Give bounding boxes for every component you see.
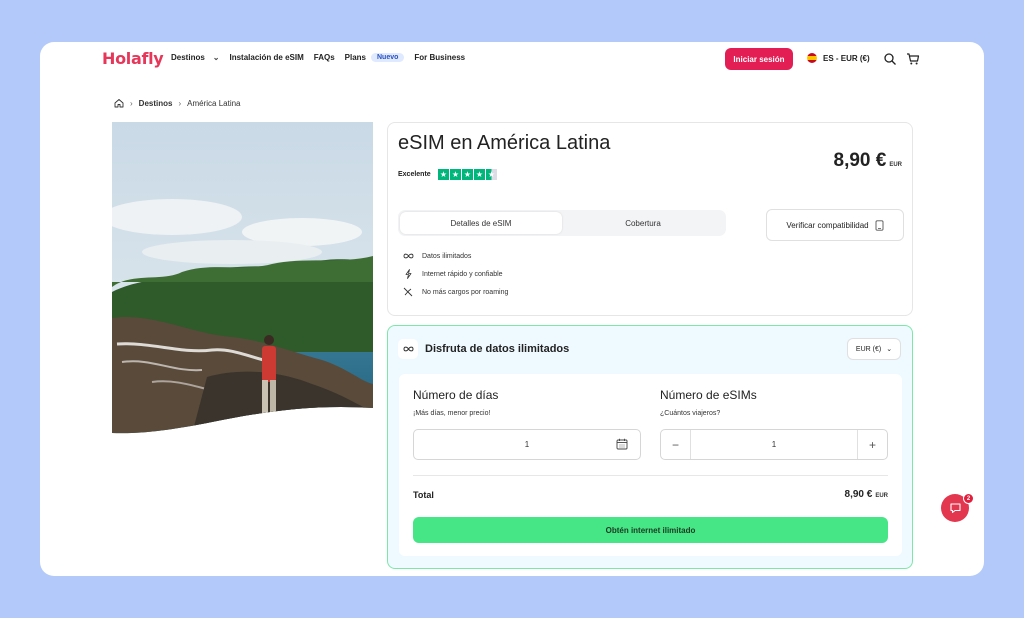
booking-panel: Disfruta de datos ilimitados EUR (€) ⌄ N… [387, 325, 913, 569]
esims-title: Número de eSIMs [660, 388, 757, 402]
booking-title: Disfruta de datos ilimitados [425, 343, 570, 355]
feature-list: Datos ilimitados Internet rápido y confi… [402, 247, 508, 301]
esims-value[interactable]: 1 [772, 440, 776, 449]
increment-button[interactable]: + [857, 430, 887, 459]
chevron-down-icon: ⌄ [886, 346, 893, 353]
feature-label: No más cargos por roaming [422, 288, 509, 296]
chat-unread-badge: 2 [963, 493, 974, 504]
breadcrumb-separator: › [130, 98, 133, 108]
currency-select-value: EUR (€) [855, 345, 882, 353]
total-label: Total [413, 490, 434, 500]
price-value: 8,90 € [833, 150, 887, 171]
star-icon: ★ [438, 169, 449, 180]
trustpilot-stars[interactable]: ★ ★ ★ ★ ★ [438, 169, 498, 180]
days-input[interactable]: 1 [413, 429, 641, 460]
star-icon: ★ [450, 169, 461, 180]
chat-icon [949, 503, 961, 514]
nav-faqs-label: FAQs [313, 53, 335, 62]
decrement-button[interactable]: − [661, 430, 691, 459]
lightning-icon [402, 269, 414, 279]
days-value: 1 [524, 440, 530, 449]
phone-check-icon [875, 219, 884, 231]
nav-faqs[interactable]: FAQs [314, 53, 335, 62]
feature-label: Datos ilimitados [422, 252, 472, 260]
nav-for-business-label: For Business [414, 53, 466, 62]
rating-label: Excelente [398, 171, 431, 178]
price-currency: EUR [889, 162, 902, 168]
divider [413, 475, 888, 476]
cart-icon[interactable] [906, 52, 920, 66]
no-roaming-icon [402, 287, 414, 297]
feature-item: Internet rápido y confiable [402, 265, 508, 283]
product-title: eSIM en América Latina [398, 132, 611, 154]
feature-label: Internet rápido y confiable [422, 270, 503, 278]
login-button[interactable]: Iniciar sesión [725, 48, 793, 70]
new-badge: Nuevo [371, 53, 405, 62]
feature-item: Datos ilimitados [402, 247, 508, 265]
esims-subtitle: ¿Cuántos viajeros? [660, 410, 721, 417]
esims-stepper: − 1 + [660, 429, 888, 460]
verify-compatibility-button[interactable]: Verificar compatibilidad [766, 209, 904, 241]
locale-label: ES - EUR (€) [823, 53, 870, 63]
infinity-icon [402, 253, 414, 259]
total-price: 8,90 € EUR [845, 489, 888, 500]
tab-cobertura[interactable]: Cobertura [562, 212, 724, 234]
feature-item: No más cargos por roaming [402, 283, 508, 301]
nav-plans[interactable]: Plans Nuevo [345, 53, 405, 62]
destination-hero-image [112, 122, 373, 434]
product-tabs: Detalles de eSIM Cobertura [398, 210, 726, 236]
currency-select[interactable]: EUR (€) ⌄ [847, 338, 901, 360]
nav-for-business[interactable]: For Business [414, 53, 465, 62]
breadcrumb-separator: › [178, 98, 182, 108]
nav-instalacion[interactable]: Instalación de eSIM [230, 53, 304, 62]
locale-selector[interactable]: ES - EUR (€) [807, 53, 870, 63]
nav-instalacion-label: Instalación de eSIM [229, 53, 304, 62]
search-icon[interactable] [883, 52, 897, 66]
nav-plans-label: Plans [344, 53, 366, 62]
infinity-icon [398, 339, 418, 359]
tab-detalles-esim[interactable]: Detalles de eSIM [400, 212, 562, 234]
days-title: Número de días [413, 388, 499, 402]
star-icon: ★ [462, 169, 473, 180]
main-nav: Destinos ⌄ Instalación de eSIM FAQs Plan… [171, 53, 475, 62]
calendar-icon[interactable] [616, 438, 628, 450]
chevron-down-icon: ⌄ [212, 53, 220, 62]
breadcrumb-current: América Latina [187, 98, 241, 108]
product-price: 8,90 € EUR [834, 150, 903, 172]
days-subtitle: ¡Más días, menor precio! [413, 410, 491, 417]
site-header: Holafly Destinos ⌄ Instalación de eSIM F… [40, 42, 984, 76]
star-icon: ★ [474, 169, 485, 180]
nav-destinos-label: Destinos [171, 53, 205, 62]
breadcrumb: › Destinos › América Latina [114, 98, 241, 108]
total-value: 8,90 € [844, 489, 873, 500]
holafly-logo[interactable]: Holafly [102, 49, 164, 68]
get-unlimited-internet-button[interactable]: Obtén internet ilimitado [413, 517, 888, 543]
nav-destinos[interactable]: Destinos ⌄ [171, 53, 220, 62]
browser-window: Holafly Destinos ⌄ Instalación de eSIM F… [40, 42, 984, 576]
verify-compatibility-label: Verificar compatibilidad [786, 220, 869, 230]
product-card: eSIM en América Latina Excelente ★ ★ ★ ★… [387, 122, 913, 316]
breadcrumb-destinos[interactable]: Destinos [139, 99, 173, 108]
booking-form: Número de días ¡Más días, menor precio! … [399, 374, 902, 556]
spain-flag-icon [807, 53, 817, 63]
half-star-icon: ★ [486, 169, 497, 180]
home-icon[interactable] [114, 98, 124, 108]
total-currency: EUR [875, 493, 888, 499]
